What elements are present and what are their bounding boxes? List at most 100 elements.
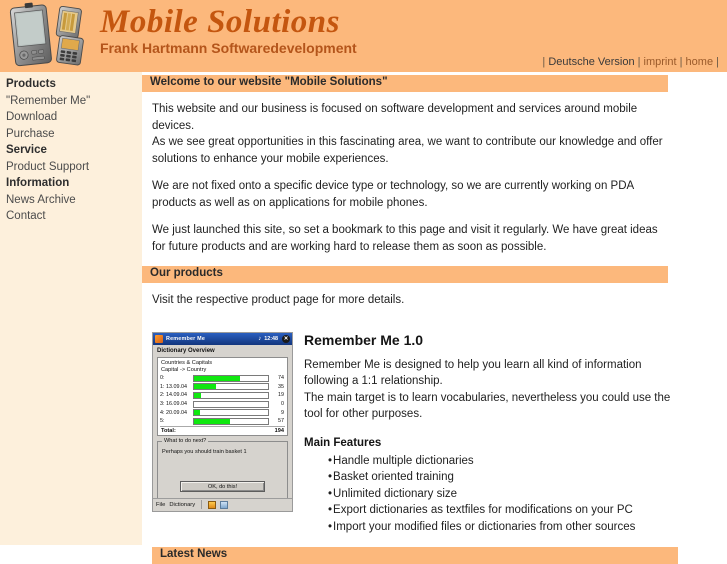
pda-dictionary-name: Countries & Capitals xyxy=(161,359,212,366)
pda-basket-row: 2: 14.09.04 19 xyxy=(160,391,285,400)
sidebar-nav: Products "Remember Me" Download Purchase… xyxy=(0,72,131,545)
basket-value: 9 xyxy=(281,409,284,416)
pda-basket-row: 5: 57 xyxy=(160,417,285,425)
pda-total-value: 194 xyxy=(274,428,284,435)
sidebar-item-news-archive[interactable]: News Archive xyxy=(6,192,131,209)
person-icon[interactable] xyxy=(208,500,217,509)
top-nav: | Deutsche Version | imprint | home | xyxy=(542,56,719,68)
basket-bar-fill xyxy=(194,392,201,398)
basket-label: 5: xyxy=(160,418,165,425)
basket-value: 35 xyxy=(278,383,284,390)
main-content: Welcome to our website "Mobile Solutions… xyxy=(131,72,727,564)
toolbar-divider xyxy=(201,500,203,509)
pda-clock: 12:48 xyxy=(264,335,278,342)
feature-item: Handle multiple dictionaries xyxy=(328,453,715,470)
pda-menu-dictionary[interactable]: Dictionary xyxy=(169,502,195,508)
sidebar-item-download[interactable]: Download xyxy=(6,109,131,126)
product-title: Remember Me 1.0 xyxy=(304,331,424,348)
folder-icon[interactable] xyxy=(220,500,229,509)
sidebar-item-purchase[interactable]: Purchase xyxy=(6,126,131,143)
section-header-our-products: Our products xyxy=(142,266,668,283)
pda-menu-file[interactable]: File xyxy=(156,502,165,508)
products-intro: Visit the respective product page for mo… xyxy=(152,294,405,306)
welcome-paragraph-1: This website and our business is focused… xyxy=(152,103,663,165)
feature-item: Import your modified files or dictionari… xyxy=(328,519,715,536)
pda-total-label: Total: xyxy=(161,428,176,435)
pda-hint-message: Perhaps you should train basket 1 xyxy=(162,449,247,456)
basket-bar-fill xyxy=(194,410,200,416)
speaker-icon: ♪ xyxy=(258,335,262,342)
basket-bar-track xyxy=(193,391,269,399)
pda-direction: Capital -> Country xyxy=(161,366,207,373)
pda-basket-row: 3: 16.09.04 0 xyxy=(160,400,285,408)
basket-label: 2: 14.09.04 xyxy=(160,392,187,399)
basket-value: 19 xyxy=(278,392,284,399)
brand-title: Mobile Solutions xyxy=(100,4,340,40)
basket-value: 57 xyxy=(278,418,284,425)
nav-sep-open: | xyxy=(542,56,546,68)
sidebar-item-product-support[interactable]: Product Support xyxy=(6,159,131,176)
brand-subtitle: Frank Hartmann Softwaredevelopment xyxy=(100,40,357,56)
basket-value: 0 xyxy=(281,401,284,408)
pda-dictionary-list: Countries & Capitals Capital -> Country … xyxy=(157,356,288,437)
sidebar-item-contact[interactable]: Contact xyxy=(6,208,131,225)
basket-label: 4: 20.09.04 xyxy=(160,409,187,416)
basket-bar-fill xyxy=(194,375,240,381)
basket-bar-track xyxy=(193,409,269,417)
features-heading: Main Features xyxy=(304,436,382,449)
features-list: Handle multiple dictionaries Basket orie… xyxy=(304,453,715,536)
basket-bar-fill xyxy=(194,418,230,424)
brand-block: Mobile Solutions Frank Hartmann Software… xyxy=(100,2,357,56)
nav-link-imprint[interactable]: imprint xyxy=(644,56,677,68)
product-details: Remember Me 1.0 Remember Me is designed … xyxy=(304,332,727,536)
news-section-wrap: Latest News xyxy=(142,535,727,564)
windows-flag-icon xyxy=(155,334,163,343)
pda-hint-legend: What to do next? xyxy=(162,438,209,445)
nav-link-home[interactable]: home xyxy=(686,56,714,68)
welcome-paragraph-3: We just launched this site, so set a boo… xyxy=(152,224,658,253)
basket-bar-track xyxy=(193,383,269,391)
product-remember-me: Remember Me ♪ 12:48 ✕ Dictionary Overvie… xyxy=(142,320,727,536)
pda-total-row: Total: 194 xyxy=(160,426,285,434)
welcome-paragraph-2: We are not fixed onto a specific device … xyxy=(152,180,634,209)
basket-bar-track xyxy=(193,400,269,408)
section-header-welcome: Welcome to our website "Mobile Solutions… xyxy=(142,75,668,92)
basket-label: 0: xyxy=(160,375,165,382)
pda-hint-group: What to do next? Perhaps you should trai… xyxy=(157,438,288,500)
sidebar-item-remember-me[interactable]: "Remember Me" xyxy=(6,93,131,110)
sidebar-item-products[interactable]: Products xyxy=(6,76,131,93)
sidebar-item-service[interactable]: Service xyxy=(6,142,131,159)
basket-label: 3: 16.09.04 xyxy=(160,401,187,408)
sidebar-item-information[interactable]: Information xyxy=(6,175,131,192)
close-icon[interactable]: ✕ xyxy=(282,334,290,343)
nav-link-deutsche-version[interactable]: Deutsche Version xyxy=(548,56,634,68)
pda-taskbar: File Dictionary xyxy=(153,497,292,511)
product-description: Remember Me is designed to help you lear… xyxy=(304,358,671,421)
basket-bar-track xyxy=(193,374,269,382)
feature-item: Basket oriented training xyxy=(328,469,715,486)
products-body: Visit the respective product page for mo… xyxy=(142,283,727,309)
pda-basket-row: 4: 20.09.04 9 xyxy=(160,409,285,417)
content-gutter xyxy=(131,72,142,545)
product-screenshot: Remember Me ♪ 12:48 ✕ Dictionary Overvie… xyxy=(152,331,293,512)
pda-basket-row: 1: 13.09.04 35 xyxy=(160,383,285,391)
basket-label: 1: 13.09.04 xyxy=(160,383,187,390)
pda-window-title: Remember Me xyxy=(166,335,206,342)
nav-sep-1: | xyxy=(637,56,641,68)
pda-titlebar: Remember Me ♪ 12:48 ✕ xyxy=(153,332,292,345)
welcome-body: This website and our business is focused… xyxy=(142,92,727,255)
pda-page-heading: Dictionary Overview xyxy=(153,344,292,357)
basket-bar-fill xyxy=(194,384,217,390)
site-header: Mobile Solutions Frank Hartmann Software… xyxy=(0,0,727,72)
pda-basket-row: 0: 74 xyxy=(160,374,285,383)
basket-value: 74 xyxy=(278,375,284,382)
feature-item: Unlimited dictionary size xyxy=(328,486,715,503)
nav-sep-close: | xyxy=(716,56,719,68)
logo-pda-phone-icon xyxy=(9,2,84,67)
nav-sep-2: | xyxy=(679,56,683,68)
pda-hint-button[interactable]: OK, do this! xyxy=(180,481,265,493)
feature-item: Export dictionaries as textfiles for mod… xyxy=(328,502,715,519)
page-body: Products "Remember Me" Download Purchase… xyxy=(0,72,727,564)
basket-bar-track xyxy=(193,417,269,425)
section-header-latest-news: Latest News xyxy=(152,547,678,564)
